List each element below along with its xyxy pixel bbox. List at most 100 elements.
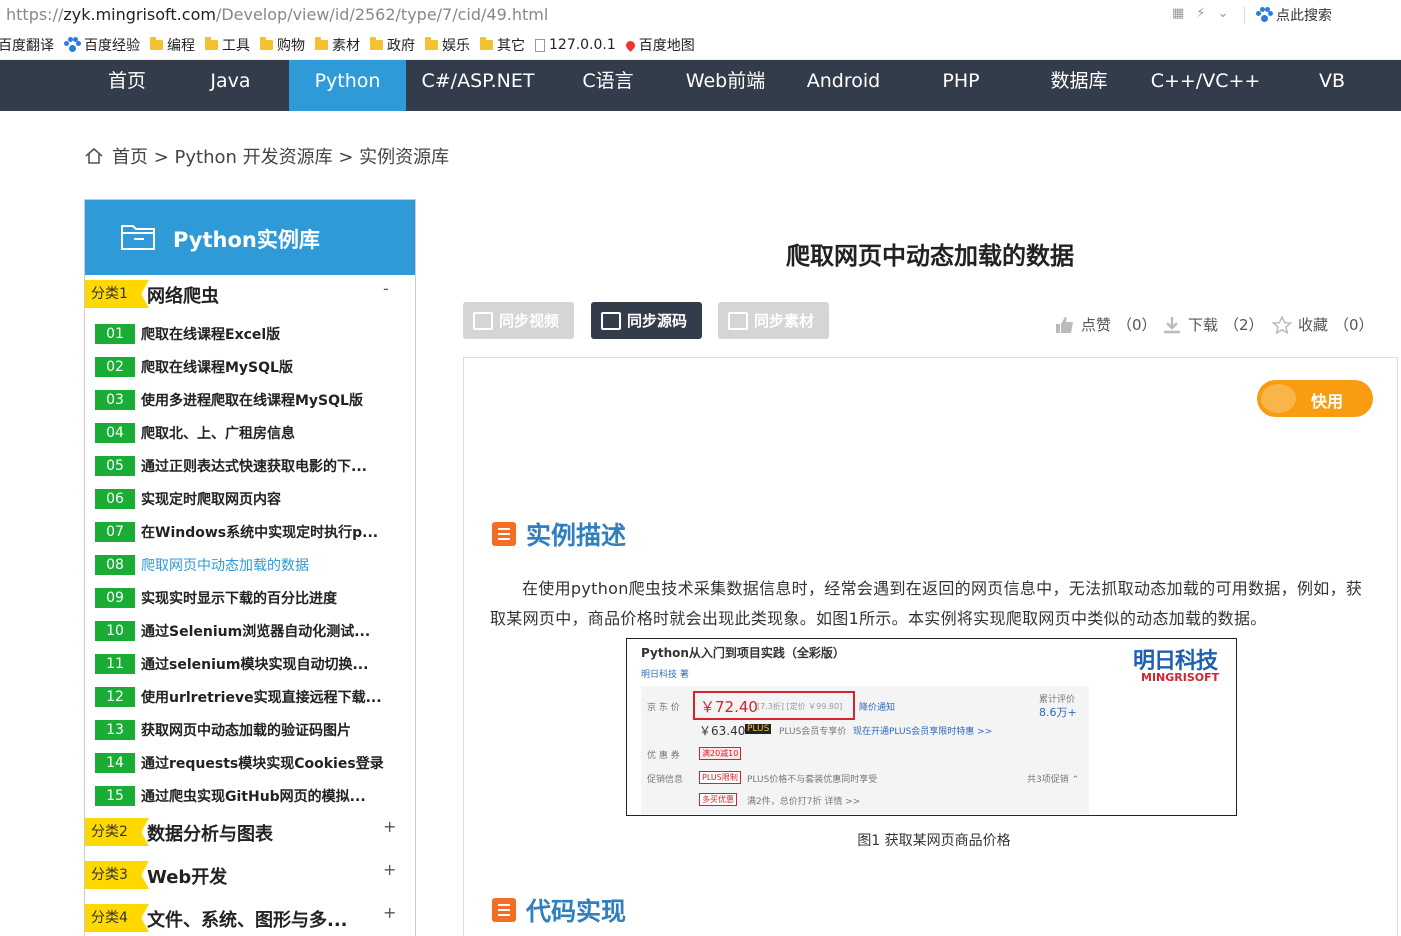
item-label: 通过requests模块实现Cookies登录	[141, 756, 384, 772]
sync-material-button[interactable]: 同步素材	[718, 302, 829, 339]
fig-author: 明日科技 著	[641, 670, 689, 680]
lightning-icon[interactable]: ⚡	[1196, 6, 1205, 21]
sidebar-item[interactable]: 10 通过Selenium浏览器自动化测试...	[95, 619, 405, 643]
category-row[interactable]: 分类3 Web开发 +	[85, 857, 415, 893]
bookmark-label: 百度地图	[638, 38, 695, 54]
nav-item[interactable]: 数据库	[1020, 60, 1138, 111]
description-paragraph: 在使用python爬虫技术采集数据信息时，经常会遇到在返回的网页信息中，无法抓取…	[490, 579, 1363, 628]
quick-use-label: 快用	[1311, 392, 1344, 411]
bookmark-item[interactable]: 素材	[315, 35, 360, 55]
item-number: 02	[95, 357, 135, 377]
category-row[interactable]: 分类4 文件、系统、图形与多... +	[85, 900, 415, 936]
content-panel: 快用 实例描述 在使用python爬虫技术采集数据信息时，经常会遇到在返回的网页…	[463, 357, 1398, 936]
item-label: 在Windows系统中实现定时执行p...	[141, 525, 379, 541]
quick-use-button[interactable]: 快用	[1257, 380, 1373, 417]
item-label: 爬取北、上、广租房信息	[141, 426, 295, 442]
sidebar-item[interactable]: 11 通过selenium模块实现自动切换...	[95, 652, 405, 676]
expand-icon[interactable]: +	[383, 903, 396, 922]
bookmark-label: 127.0.0.1	[549, 37, 616, 53]
category-name: 文件、系统、图形与多...	[147, 910, 348, 931]
category-row[interactable]: 分类2 数据分析与图表 +	[85, 814, 415, 850]
folder-icon	[425, 37, 438, 50]
sidebar-item[interactable]: 04 爬取北、上、广租房信息	[95, 421, 405, 445]
fig-promo-tag1: PLUS限制	[699, 771, 741, 784]
home-icon[interactable]	[84, 146, 104, 166]
sidebar-item[interactable]: 03 使用多进程爬取在线课程MySQL版	[95, 388, 405, 412]
bookmark-item[interactable]: 127.0.0.1	[535, 37, 616, 53]
section-title: 代码实现	[526, 897, 627, 926]
nav-item[interactable]: Python	[289, 60, 406, 111]
nav-item[interactable]: Java	[172, 60, 289, 111]
thumbs-up-icon	[1056, 316, 1073, 333]
bookmark-item[interactable]: 百度经验	[64, 35, 140, 55]
folder-icon	[205, 37, 218, 50]
sidebar-item[interactable]: 05 通过正则表达式快速获取电影的下...	[95, 454, 405, 478]
nav-item[interactable]: Android	[785, 60, 902, 111]
bookmark-item[interactable]: 政府	[370, 35, 415, 55]
bookmarks-bar: 百度翻译 百度经验 编程 工具 购物 素材 政府 娱乐 其它 127.0.0.1 百度地图	[0, 31, 1401, 60]
bookmark-label: 政府	[387, 38, 415, 54]
folder-icon	[370, 37, 383, 50]
item-label: 通过正则表达式快速获取电影的下...	[141, 459, 367, 475]
sidebar-item[interactable]: 15 通过爬虫实现GitHub网页的模拟...	[95, 784, 405, 808]
fig-coupon: 满20减10	[699, 747, 742, 760]
sidebar-item[interactable]: 09 实现实时显示下载的百分比进度	[95, 586, 405, 610]
item-number: 12	[95, 687, 135, 707]
nav-item[interactable]: C++/VC++	[1138, 60, 1273, 111]
bookmark-item[interactable]: 娱乐	[425, 35, 470, 55]
sidebar-item[interactable]: 14 通过requests模块实现Cookies登录	[95, 751, 405, 775]
item-number: 06	[95, 489, 135, 509]
nav-item[interactable]: PHP	[902, 60, 1020, 111]
fig-book-title: Python从入门到项目实践（全彩版）	[641, 646, 845, 660]
fig-promo-tag2: 多买优惠	[699, 793, 737, 806]
sidebar-item[interactable]: 02 爬取在线课程MySQL版	[95, 355, 405, 379]
item-label: 通过爬虫实现GitHub网页的模拟...	[141, 789, 366, 805]
sidebar-item[interactable]: 13 获取网页中动态加载的验证码图片	[95, 718, 405, 742]
sidebar-item[interactable]: 07 在Windows系统中实现定时执行p...	[95, 520, 405, 544]
like-button[interactable]: 点赞 （0）	[1055, 314, 1157, 335]
qr-icon[interactable]: ▦	[1172, 6, 1184, 21]
sidebar-header: Python实例库	[85, 200, 415, 275]
item-number: 11	[95, 654, 135, 674]
sidebar-item[interactable]: 01 爬取在线课程Excel版	[95, 322, 405, 346]
bookmark-label: 购物	[277, 38, 305, 54]
sidebar-item[interactable]: 06 实现定时爬取网页内容	[95, 487, 405, 511]
sync-source-button[interactable]: 同步源码	[591, 302, 702, 339]
address-bar[interactable]: https://zyk.mingrisoft.com/Develop/view/…	[0, 0, 1401, 31]
item-number: 09	[95, 588, 135, 608]
download-label: 下载	[1188, 316, 1219, 334]
bookmark-label: 百度经验	[84, 38, 140, 54]
item-label: 实现定时爬取网页内容	[141, 492, 281, 508]
sync-video-button[interactable]: 同步视频	[463, 302, 574, 339]
bookmark-item[interactable]: 百度翻译	[0, 35, 54, 55]
bookmark-item[interactable]: 百度地图	[623, 35, 695, 55]
url-scheme: https://	[6, 5, 64, 24]
bookmark-item[interactable]: 工具	[205, 35, 250, 55]
expand-icon[interactable]: +	[383, 860, 396, 879]
favorite-button[interactable]: 收藏 （0）	[1272, 314, 1374, 335]
bookmark-item[interactable]: 其它	[480, 35, 525, 55]
baidu-search-button[interactable]: 点此搜索	[1256, 5, 1332, 25]
url-text[interactable]: https://zyk.mingrisoft.com/Develop/view/…	[6, 5, 548, 24]
chevron-down-icon[interactable]: ⌄	[1217, 6, 1228, 21]
section-heading-code: 代码实现	[492, 892, 626, 928]
bookmark-label: 工具	[222, 38, 250, 54]
bookmark-item[interactable]: 编程	[150, 35, 195, 55]
favorite-label: 收藏	[1298, 316, 1329, 334]
breadcrumb-text[interactable]: 首页 > Python 开发资源库 > 实例资源库	[112, 143, 449, 169]
item-label: 爬取网页中动态加载的数据	[141, 558, 309, 574]
sidebar: Python实例库 分类1 网络爬虫 - 分类2 数据分析与图表 + 分类3 Web开发 + 分类…	[84, 199, 416, 936]
sidebar-item[interactable]: 08 爬取网页中动态加载的数据	[95, 553, 405, 577]
code-file-icon	[601, 311, 621, 330]
nav-item[interactable]: C语言	[550, 60, 666, 111]
sidebar-item[interactable]: 12 使用urlretrieve实现直接远程下载...	[95, 685, 405, 709]
nav-item[interactable]: C#/ASP.NET	[406, 60, 550, 111]
download-button[interactable]: 下载 （2）	[1162, 314, 1264, 335]
bookmark-item[interactable]: 购物	[260, 35, 305, 55]
nav-item[interactable]: 首页	[68, 60, 186, 111]
nav-item[interactable]: Web前端	[666, 60, 785, 111]
collapse-icon[interactable]: -	[383, 279, 389, 298]
category-row[interactable]: 分类1 网络爬虫 -	[85, 276, 415, 312]
expand-icon[interactable]: +	[383, 817, 396, 836]
nav-item[interactable]: VB	[1273, 60, 1391, 111]
